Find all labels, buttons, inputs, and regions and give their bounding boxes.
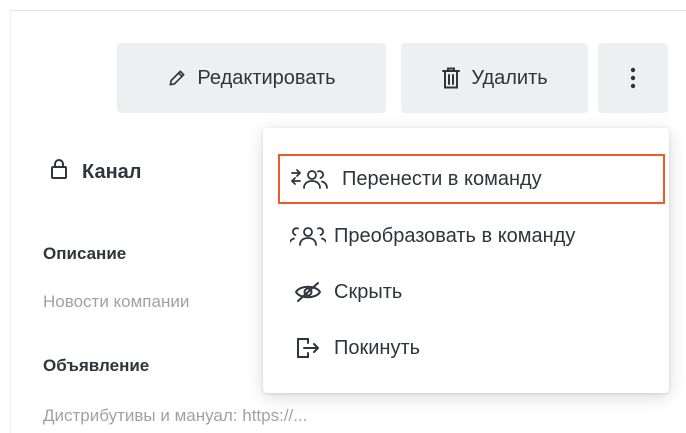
menu-item-label: Скрыть xyxy=(334,280,403,303)
announcement-value: Дистрибутивы и мануал: https://... xyxy=(43,406,308,425)
eye-off-icon xyxy=(290,280,326,304)
menu-item-hide[interactable]: Скрыть xyxy=(278,267,663,317)
menu-item-label: Преобразовать в команду xyxy=(334,224,576,247)
description-label: Описание xyxy=(43,244,127,263)
left-divider xyxy=(10,10,11,433)
menu-item-move-to-team[interactable]: Перенести в команду xyxy=(278,154,665,204)
kebab-icon xyxy=(630,67,636,89)
lock-icon xyxy=(50,158,68,186)
menu-item-convert-to-team[interactable]: Преобразовать в команду xyxy=(278,211,663,261)
room-info-panel: Редактировать Удалить Канал Описание Нов… xyxy=(0,0,686,433)
team-icon xyxy=(290,224,326,248)
menu-item-label: Покинуть xyxy=(334,336,421,359)
room-title-text: Канал xyxy=(82,160,142,183)
pencil-icon xyxy=(167,68,187,88)
delete-button[interactable]: Удалить xyxy=(401,43,588,113)
leave-icon xyxy=(290,336,326,360)
move-to-team-icon xyxy=(290,167,334,191)
trash-icon xyxy=(441,67,461,89)
edit-button-label: Редактировать xyxy=(197,66,336,89)
room-title: Канал xyxy=(50,158,141,186)
top-divider xyxy=(10,10,686,11)
menu-item-label: Перенести в команду xyxy=(342,167,542,190)
description-value: Новости компании xyxy=(43,292,190,311)
more-options-button[interactable] xyxy=(598,43,668,113)
menu-item-leave[interactable]: Покинуть xyxy=(278,323,663,373)
delete-button-label: Удалить xyxy=(471,66,548,89)
announcement-label: Объявление xyxy=(43,356,150,375)
edit-button[interactable]: Редактировать xyxy=(117,43,386,113)
options-menu: Перенести в команду Преобразовать в кома… xyxy=(263,128,669,393)
